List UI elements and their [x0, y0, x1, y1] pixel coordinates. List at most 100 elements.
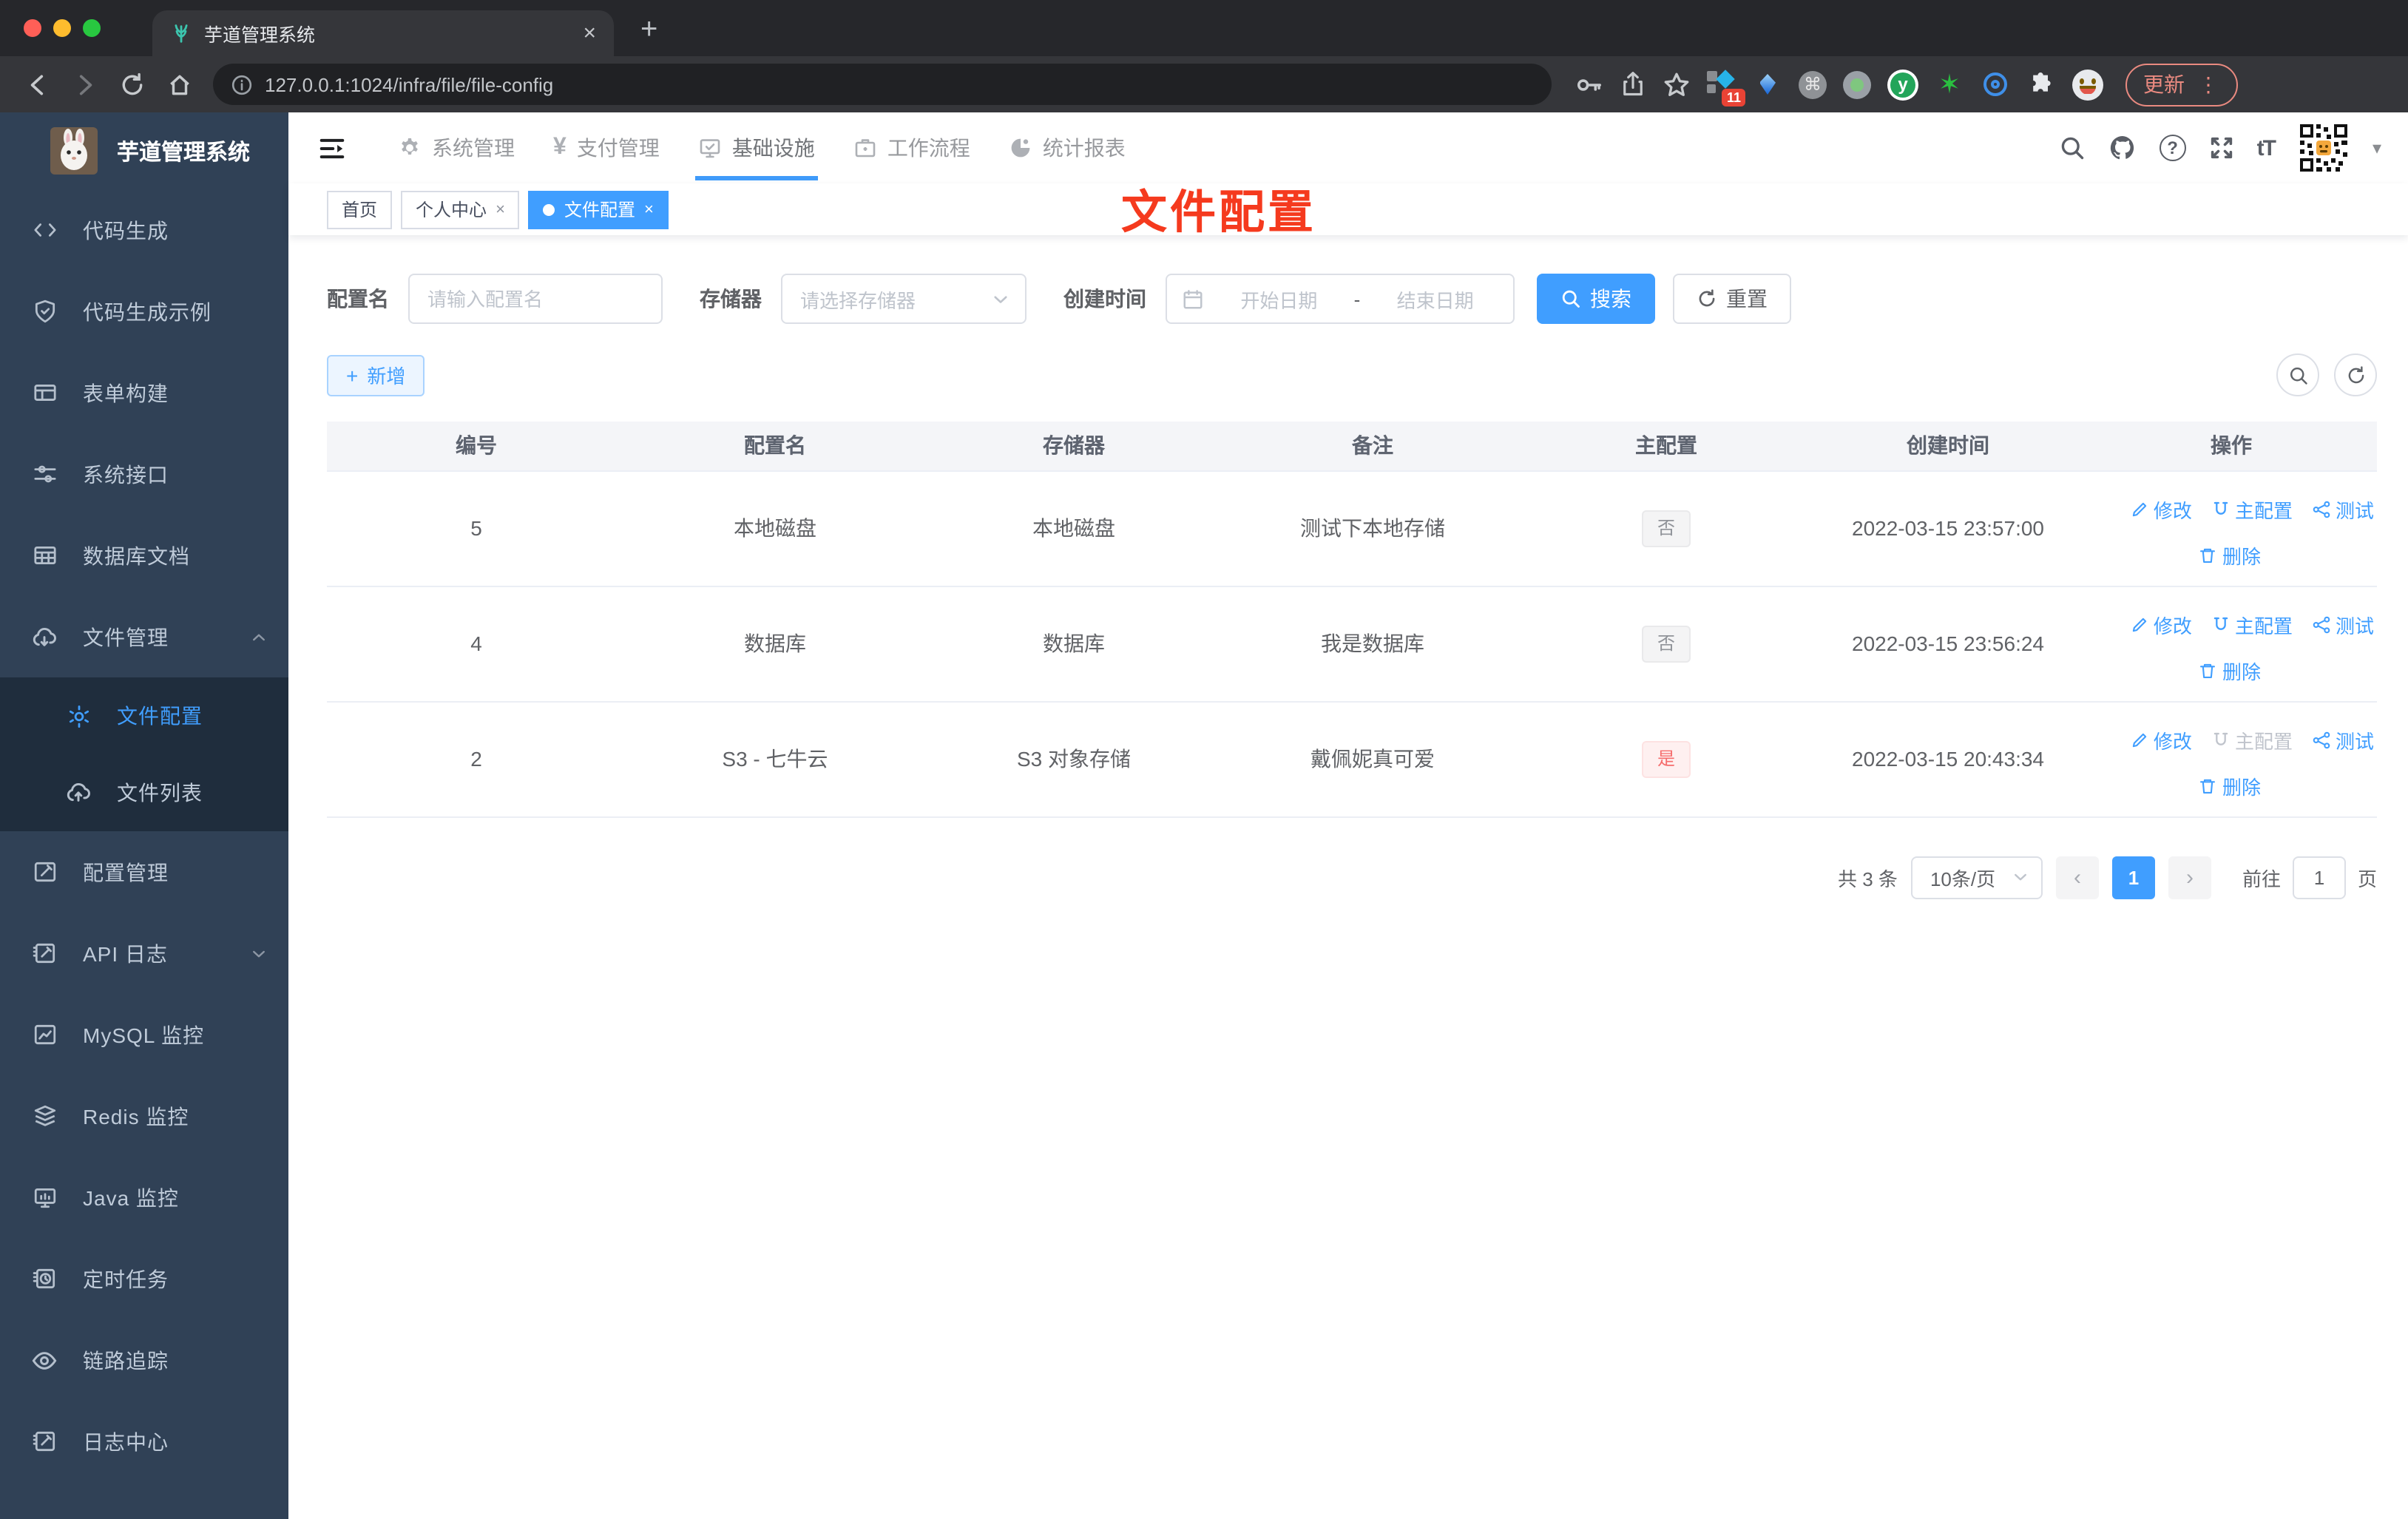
close-tag-icon[interactable]: ×	[644, 200, 654, 218]
search-icon	[2289, 366, 2307, 384]
avatar-caret-icon[interactable]: ▾	[2373, 138, 2381, 158]
test-link[interactable]: 测试	[2312, 495, 2374, 524]
sidebar-item-api-log[interactable]: API 日志	[0, 913, 288, 994]
reload-button[interactable]	[109, 62, 154, 106]
sidebar-item-code-example[interactable]: 代码生成示例	[0, 271, 288, 352]
url-bar[interactable]: 127.0.0.1:1024/infra/file/file-config	[213, 64, 1552, 105]
back-button[interactable]	[15, 62, 59, 106]
sidebar-item-mysql-monitor[interactable]: MySQL 监控	[0, 994, 288, 1075]
sidebar-item-system-api[interactable]: 系统接口	[0, 433, 288, 515]
edit-link[interactable]: 修改	[2130, 611, 2192, 639]
site-info-icon[interactable]	[231, 73, 253, 95]
end-date-placeholder[interactable]: 结束日期	[1372, 285, 1498, 313]
prev-page-button[interactable]: ‹	[2055, 856, 2099, 899]
help-icon[interactable]: ?	[2159, 135, 2186, 161]
extension-eye-icon[interactable]	[1981, 70, 2010, 99]
master-config-link[interactable]: 主配置	[2211, 495, 2293, 524]
app-logo[interactable]: 芋道管理系统	[0, 112, 288, 189]
date-range-picker[interactable]: 开始日期 - 结束日期	[1166, 274, 1515, 324]
forward-button[interactable]	[62, 62, 106, 106]
close-tab-icon[interactable]: ×	[583, 21, 596, 46]
test-link[interactable]: 测试	[2312, 611, 2374, 639]
start-date-placeholder[interactable]: 开始日期	[1216, 285, 1342, 313]
sidebar-item-scheduled-tasks[interactable]: 定时任务	[0, 1238, 288, 1319]
cell-created: 2022-03-15 23:56:24	[1810, 586, 2086, 702]
delete-link[interactable]: 删除	[2199, 541, 2261, 569]
maximize-window-button[interactable]	[83, 19, 101, 37]
database-table-icon	[31, 543, 58, 568]
share-nodes-icon	[2313, 501, 2330, 518]
add-button[interactable]: + 新增	[327, 354, 425, 396]
extension-kite-icon[interactable]	[1753, 70, 1782, 99]
storage-select[interactable]: 请选择存储器	[781, 274, 1027, 324]
browser-tab[interactable]: 芋道管理系统 ×	[152, 10, 614, 56]
sidebar-item-db-doc[interactable]: 数据库文档	[0, 515, 288, 596]
sidebar-item-log-center[interactable]: 日志中心	[0, 1401, 288, 1482]
nav-item-system[interactable]: 系统管理	[379, 112, 534, 183]
next-page-button[interactable]: ›	[2168, 856, 2211, 899]
sidebar-item-file-config[interactable]: 文件配置	[0, 677, 288, 754]
sidebar-item-redis-monitor[interactable]: Redis 监控	[0, 1075, 288, 1157]
close-tag-icon[interactable]: ×	[496, 200, 505, 218]
nav-item-workflow[interactable]: 工作流程	[834, 112, 990, 183]
search-icon[interactable]	[2059, 135, 2086, 161]
extension-star-icon[interactable]: ✶	[1935, 70, 1964, 99]
sidebar-item-code-generation[interactable]: 代码生成	[0, 189, 288, 271]
extension-y-icon[interactable]: y	[1887, 69, 1918, 100]
extension-record-icon[interactable]	[1843, 70, 1871, 98]
close-window-button[interactable]	[24, 19, 41, 37]
nav-item-reports[interactable]: 统计报表	[990, 112, 1145, 183]
trash-icon	[2200, 663, 2216, 678]
sidebar: 芋道管理系统 代码生成 代码生成示例 表单构建 系统接口 数据库文档 文件管理 …	[0, 112, 288, 1519]
nav-item-payment[interactable]: ¥ 支付管理	[534, 112, 679, 183]
sidebar-item-java-monitor[interactable]: Java 监控	[0, 1157, 288, 1238]
font-size-icon[interactable]: tT	[2257, 135, 2276, 160]
config-name-input[interactable]	[410, 275, 661, 322]
sidebar-item-form-builder[interactable]: 表单构建	[0, 352, 288, 433]
password-key-icon[interactable]	[1575, 70, 1603, 98]
page-number-button[interactable]: 1	[2111, 856, 2155, 899]
share-icon[interactable]	[1620, 71, 1646, 98]
toggle-search-button[interactable]	[2276, 353, 2319, 396]
tag-home[interactable]: 首页	[327, 190, 393, 229]
master-config-link[interactable]: 主配置	[2211, 611, 2293, 639]
fullscreen-icon[interactable]	[2208, 135, 2235, 161]
github-icon[interactable]	[2108, 133, 2137, 163]
extensions-puzzle-icon[interactable]	[2026, 70, 2056, 99]
user-avatar[interactable]	[2296, 121, 2350, 175]
browser-update-button[interactable]: 更新 ⋮	[2125, 63, 2238, 106]
refresh-table-button[interactable]	[2334, 353, 2377, 396]
sidebar-item-config-management[interactable]: 配置管理	[0, 831, 288, 913]
log-center-icon	[31, 1429, 58, 1454]
cell-storage: S3 对象存储	[924, 701, 1223, 817]
minimize-window-button[interactable]	[53, 19, 71, 37]
page-size-select[interactable]: 10条/页	[1910, 856, 2043, 899]
edit-link[interactable]: 修改	[2130, 495, 2192, 524]
sidebar-item-file-list[interactable]: 文件列表	[0, 754, 288, 831]
search-button[interactable]: 搜索	[1537, 274, 1655, 324]
share-nodes-icon	[2313, 616, 2330, 634]
home-button[interactable]	[157, 62, 201, 106]
tag-profile[interactable]: 个人中心 ×	[401, 190, 520, 229]
pencil-icon	[2132, 502, 2147, 517]
goto-page-input[interactable]	[2292, 856, 2346, 899]
profile-avatar-icon[interactable]	[2072, 69, 2103, 100]
tag-file-config[interactable]: 文件配置 ×	[528, 190, 669, 229]
nav-item-infrastructure[interactable]: 基础设施	[679, 112, 834, 183]
sidebar-collapse-icon[interactable]	[318, 134, 346, 162]
col-header-name: 配置名	[626, 422, 924, 471]
extension-pinned-icon[interactable]: 11	[1707, 70, 1745, 106]
new-tab-button[interactable]: +	[640, 13, 657, 47]
reset-button[interactable]: 重置	[1673, 274, 1791, 324]
sidebar-item-tracing[interactable]: 链路追踪	[0, 1319, 288, 1401]
delete-link[interactable]: 删除	[2199, 772, 2261, 800]
delete-link[interactable]: 删除	[2199, 657, 2261, 685]
sidebar-item-file-management[interactable]: 文件管理	[0, 596, 288, 677]
page-content: 配置名 存储器 请选择存储器 创建时间 开始日期 - 结束日期	[288, 235, 2408, 1519]
plus-icon: +	[346, 363, 359, 387]
browser-menu-icon[interactable]: ⋮	[2198, 72, 2220, 97]
bookmark-star-icon[interactable]	[1663, 70, 1691, 98]
extension-command-icon[interactable]: ⌘	[1799, 70, 1827, 98]
test-link[interactable]: 测试	[2312, 726, 2374, 754]
edit-link[interactable]: 修改	[2130, 726, 2192, 754]
